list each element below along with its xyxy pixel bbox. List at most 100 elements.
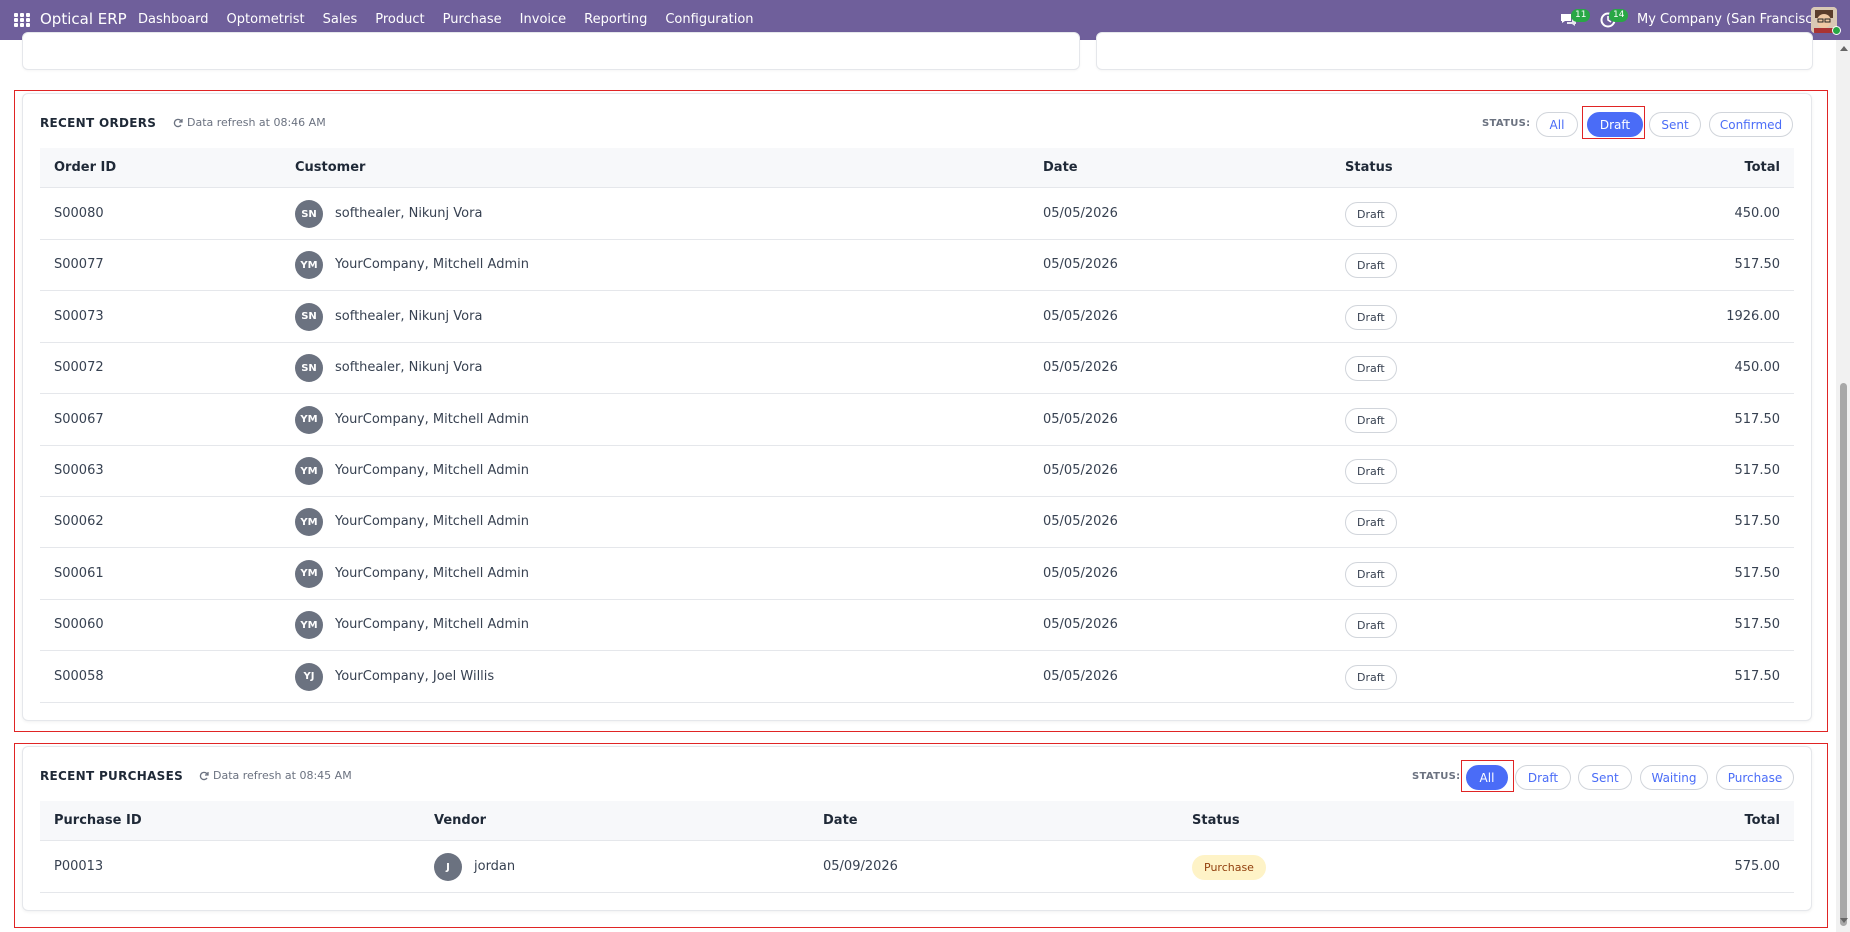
- order-date: 05/05/2026: [1043, 360, 1118, 376]
- purchases-filter-waiting[interactable]: Waiting: [1640, 765, 1708, 790]
- table-row[interactable]: S00073 SN softhealer, Nikunj Vora 05/05/202…: [40, 292, 1794, 343]
- order-date: 05/05/2026: [1043, 411, 1118, 427]
- order-id: S00062: [54, 514, 104, 530]
- order-id: S00077: [54, 257, 104, 273]
- orders-refresh-text: Data refresh at 08:46 AM: [187, 116, 326, 129]
- col-order-id[interactable]: Order ID: [54, 160, 116, 175]
- customer-name: YourCompany, Joel Willis: [335, 668, 495, 684]
- table-row[interactable]: S00072 SN softhealer, Nikunj Vora 05/05/202…: [40, 343, 1794, 395]
- all-filter-highlight: [1461, 760, 1514, 792]
- customer-name: YourCompany, Mitchell Admin: [335, 463, 529, 478]
- status-badge: Draft: [1345, 664, 1397, 690]
- app-brand[interactable]: Optical ERP: [40, 10, 127, 28]
- col-total[interactable]: Total: [1744, 813, 1780, 828]
- vendor-name: jordan: [474, 859, 516, 874]
- order-total: 517.50: [1734, 514, 1781, 530]
- menu-dashboard[interactable]: Dashboard: [138, 12, 209, 27]
- purchases-filter-purchase[interactable]: Purchase: [1716, 765, 1794, 790]
- customer-name: softhealer, Nikunj Vora: [335, 308, 483, 324]
- col-status[interactable]: Status: [1192, 813, 1240, 828]
- purchases-refresh-text: Data refresh at 08:45 AM: [213, 769, 352, 782]
- menu-sales[interactable]: Sales: [323, 12, 358, 27]
- menu-purchase[interactable]: Purchase: [443, 12, 502, 27]
- col-date[interactable]: Date: [1043, 160, 1078, 175]
- order-date: 05/05/2026: [1043, 206, 1118, 221]
- order-total: 517.50: [1734, 463, 1781, 478]
- online-status-dot: [1832, 26, 1841, 35]
- order-date: 05/05/2026: [1043, 565, 1118, 581]
- status-badge: Draft: [1345, 407, 1397, 433]
- customer-name: YourCompany, Mitchell Admin: [335, 411, 529, 427]
- scrollbar-thumb[interactable]: [1840, 383, 1847, 926]
- company-switcher[interactable]: My Company (San Francisco): [1637, 12, 1825, 27]
- col-vendor[interactable]: Vendor: [434, 813, 486, 828]
- summary-card-right: [1096, 32, 1813, 70]
- order-total: 450.00: [1734, 206, 1781, 221]
- order-id: S00063: [54, 463, 104, 478]
- order-id: S00060: [54, 617, 104, 633]
- draft-filter-highlight: [1582, 106, 1645, 139]
- customer-avatar: YM: [295, 611, 323, 640]
- order-total: 450.00: [1734, 360, 1781, 376]
- orders-table-header: Order ID Customer Date Status Total: [40, 148, 1794, 188]
- order-total: 517.50: [1734, 565, 1781, 581]
- table-row[interactable]: S00067 YM YourCompany, Mitchell Admin 05/05…: [40, 395, 1794, 446]
- table-row[interactable]: S00060 YM YourCompany, Mitchell Admin 05/05…: [40, 600, 1794, 652]
- menu-invoice[interactable]: Invoice: [520, 12, 566, 27]
- col-total[interactable]: Total: [1744, 160, 1780, 175]
- table-row[interactable]: S00061 YM YourCompany, Mitchell Admin 05/05…: [40, 549, 1794, 600]
- status-badge: Draft: [1345, 202, 1397, 227]
- customer-avatar: YM: [295, 457, 323, 485]
- col-date[interactable]: Date: [823, 813, 858, 828]
- order-total: 517.50: [1734, 411, 1781, 427]
- table-row[interactable]: S00063 YM YourCompany, Mitchell Admin 05/05…: [40, 446, 1794, 497]
- col-customer[interactable]: Customer: [295, 160, 365, 175]
- customer-name: YourCompany, Mitchell Admin: [335, 565, 529, 581]
- orders-filter-all[interactable]: All: [1536, 112, 1578, 137]
- orders-filter-sent[interactable]: Sent: [1649, 112, 1701, 137]
- col-status[interactable]: Status: [1345, 160, 1393, 175]
- order-id: S00061: [54, 565, 104, 581]
- col-purchase-id[interactable]: Purchase ID: [54, 813, 142, 828]
- purchases-filter-sent[interactable]: Sent: [1578, 765, 1632, 790]
- purchases-table-header: Purchase ID Vendor Date Status Total: [40, 801, 1794, 841]
- customer-avatar: YM: [295, 251, 323, 280]
- menu-optometrist[interactable]: Optometrist: [227, 12, 305, 27]
- refresh-icon[interactable]: [173, 118, 183, 128]
- scroll-up-arrow-icon[interactable]: [1840, 46, 1848, 51]
- order-id: S00067: [54, 411, 104, 427]
- status-badge: Draft: [1345, 304, 1397, 330]
- table-row[interactable]: P00013 Jjordan 05/09/2026 Purchase 575.00: [40, 842, 1794, 893]
- order-date: 05/05/2026: [1043, 617, 1118, 633]
- purchase-id: P00013: [54, 859, 104, 874]
- order-total: 517.50: [1734, 668, 1781, 684]
- table-row[interactable]: S00058 YJ YourCompany, Joel Willis 05/05/20…: [40, 652, 1794, 703]
- orders-refresh: Data refresh at 08:46 AM: [173, 116, 326, 129]
- customer-name: YourCompany, Mitchell Admin: [335, 514, 529, 530]
- status-badge: Draft: [1345, 613, 1397, 639]
- menu-reporting[interactable]: Reporting: [584, 12, 647, 27]
- purchases-filter-draft[interactable]: Draft: [1515, 765, 1571, 790]
- menu-product[interactable]: Product: [375, 12, 424, 27]
- orders-status-label: STATUS:: [1482, 118, 1531, 129]
- table-row[interactable]: S00077 YM YourCompany, Mitchell Admin 05/05…: [40, 240, 1794, 292]
- orders-title: RECENT ORDERS: [40, 116, 157, 130]
- status-badge: Draft: [1345, 253, 1397, 279]
- customer-avatar: SN: [295, 200, 323, 228]
- order-id: S00073: [54, 308, 104, 324]
- order-total: 517.50: [1734, 617, 1781, 633]
- table-row[interactable]: S00080 SN softhealer, Nikunj Vora 05/05/202…: [40, 189, 1794, 240]
- table-row[interactable]: S00062 YM YourCompany, Mitchell Admin 05/05…: [40, 497, 1794, 549]
- customer-avatar: SN: [295, 354, 323, 383]
- recent-purchases-card: RECENT PURCHASES Data refresh at 08:45 A…: [22, 746, 1812, 911]
- order-date: 05/05/2026: [1043, 514, 1118, 530]
- scroll-down-arrow-icon[interactable]: [1840, 918, 1848, 923]
- order-date: 05/05/2026: [1043, 668, 1118, 684]
- order-total: 517.50: [1734, 257, 1781, 273]
- order-date: 05/05/2026: [1043, 257, 1118, 273]
- activities-badge: 14: [1609, 9, 1629, 22]
- orders-filter-confirmed[interactable]: Confirmed: [1709, 112, 1793, 137]
- refresh-icon[interactable]: [199, 771, 209, 781]
- apps-grid-icon[interactable]: [14, 13, 30, 28]
- menu-configuration[interactable]: Configuration: [665, 12, 753, 27]
